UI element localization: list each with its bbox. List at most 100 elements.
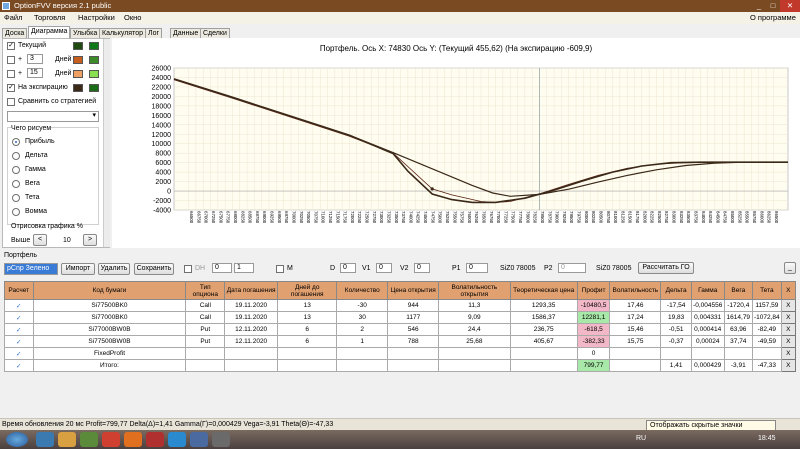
column-header[interactable]: Профит bbox=[576, 281, 611, 300]
tab-log[interactable]: Лог bbox=[145, 28, 163, 38]
radio-delta[interactable] bbox=[12, 152, 20, 160]
column-header[interactable]: Вега bbox=[723, 281, 754, 300]
calc-go-button[interactable]: Рассчитать ГО bbox=[638, 262, 694, 274]
minimize-button[interactable]: _ bbox=[752, 0, 766, 12]
delete-button[interactable]: Удалить bbox=[98, 263, 130, 275]
row-calc-checkbox[interactable]: ✓ bbox=[4, 311, 34, 324]
column-header[interactable]: Тип опциона bbox=[185, 281, 226, 300]
portfolio-more-button[interactable]: _ bbox=[784, 262, 796, 274]
tab-data[interactable]: Данные bbox=[170, 28, 202, 38]
radio-vomma[interactable] bbox=[12, 208, 20, 216]
current-color-swatch-2[interactable] bbox=[89, 42, 99, 50]
dh-checkbox[interactable] bbox=[184, 265, 192, 273]
table-row[interactable]: ✓ Si77500BW0B Put 12.11.2020 6 1 788 25,68 405,6… bbox=[4, 335, 797, 348]
tab-diagram[interactable]: Диаграмма bbox=[28, 26, 71, 38]
days2-input[interactable]: 15 bbox=[27, 68, 43, 78]
days2-color-swatch-2[interactable] bbox=[89, 70, 99, 78]
x-tick-label: 73250 bbox=[386, 211, 391, 224]
column-header[interactable]: Цена открытия bbox=[387, 281, 440, 300]
taskbar-firefox-icon[interactable] bbox=[124, 432, 142, 447]
expiration-checkbox[interactable]: ✓ bbox=[7, 84, 15, 92]
x-tick-label: 77750 bbox=[518, 211, 523, 224]
radio-vega[interactable] bbox=[12, 180, 20, 188]
column-header[interactable]: Гамма bbox=[690, 281, 725, 300]
maximize-button[interactable]: □ bbox=[766, 0, 780, 12]
days1-checkbox[interactable] bbox=[7, 56, 15, 64]
x-tick-label: 74500 bbox=[423, 211, 428, 224]
table-row[interactable]: ✓ FixedProfit 0 X bbox=[4, 347, 797, 360]
row-delete-button[interactable]: X bbox=[780, 359, 797, 372]
column-header[interactable]: Дата погашения bbox=[224, 281, 279, 300]
row-delete-button[interactable]: X bbox=[780, 311, 797, 324]
m-checkbox[interactable] bbox=[276, 265, 284, 273]
compare-checkbox[interactable] bbox=[7, 98, 15, 106]
taskbar-media-icon[interactable] bbox=[80, 432, 98, 447]
taskbar-word-icon[interactable] bbox=[190, 432, 208, 447]
row-gamma: 0,000414 bbox=[690, 323, 725, 336]
column-header[interactable]: Тета bbox=[752, 281, 782, 300]
expiration-color-swatch-1[interactable] bbox=[73, 84, 83, 92]
import-button[interactable]: Импорт bbox=[61, 263, 95, 275]
menu-window[interactable]: Окно bbox=[124, 12, 141, 24]
table-row[interactable]: ✓ Итого: 799,77 1,41 0,000429 -3,91 -47,33 X bbox=[4, 359, 797, 372]
row-delete-button[interactable]: X bbox=[780, 347, 797, 360]
tab-board[interactable]: Доска bbox=[2, 28, 28, 38]
row-calc-checkbox[interactable]: ✓ bbox=[4, 323, 34, 336]
left-panel-scrollbar[interactable] bbox=[103, 39, 110, 247]
column-header[interactable]: Дней до погашения bbox=[277, 281, 338, 300]
table-row[interactable]: ✓ Si77000BK0 Call 19.11.2020 13 30 1177 9,09 158… bbox=[4, 311, 797, 324]
tab-deals[interactable]: Сделки bbox=[200, 28, 230, 38]
menu-settings[interactable]: Настройки bbox=[78, 12, 115, 24]
menu-trading[interactable]: Торговля bbox=[34, 12, 65, 24]
row-calc-checkbox[interactable]: ✓ bbox=[4, 359, 34, 372]
menu-about[interactable]: О программе bbox=[750, 12, 796, 24]
taskbar-optionfvv-icon[interactable] bbox=[212, 432, 230, 447]
days1-color-swatch-2[interactable] bbox=[89, 56, 99, 64]
table-row[interactable]: ✓ Si77500BK0 Call 19.11.2020 13 -30 944 11,3 129… bbox=[4, 299, 797, 312]
row-delete-button[interactable]: X bbox=[780, 299, 797, 312]
row-calc-checkbox[interactable]: ✓ bbox=[4, 299, 34, 312]
radio-theta[interactable] bbox=[12, 194, 20, 202]
menu-file[interactable]: Файл bbox=[4, 12, 22, 24]
taskbar-app-icon[interactable] bbox=[168, 432, 186, 447]
radio-profit[interactable] bbox=[12, 138, 20, 146]
lang-indicator[interactable]: RU bbox=[636, 435, 646, 442]
column-header[interactable]: Теоретическая цена bbox=[509, 281, 578, 300]
tab-calculator[interactable]: Калькулятор bbox=[99, 28, 146, 38]
column-header[interactable]: Расчет bbox=[4, 281, 34, 300]
dh-input-b[interactable]: 1 bbox=[234, 263, 254, 273]
column-header[interactable]: Волатильность bbox=[609, 281, 662, 300]
table-row[interactable]: ✓ Si77000BW0B Put 12.11.2020 6 2 546 24,4 236,75… bbox=[4, 323, 797, 336]
dh-input-a[interactable]: 0 bbox=[212, 263, 232, 273]
taskbar-yandex-icon[interactable] bbox=[146, 432, 164, 447]
days2-checkbox[interactable] bbox=[7, 70, 15, 78]
column-header[interactable]: X bbox=[780, 281, 797, 300]
x-tick-label: 84750 bbox=[723, 211, 728, 224]
save-button[interactable]: Сохранить bbox=[134, 263, 174, 275]
above-next-button[interactable]: > bbox=[83, 234, 97, 246]
days1-color-swatch-1[interactable] bbox=[73, 56, 83, 64]
days2-color-swatch-1[interactable] bbox=[73, 70, 83, 78]
taskbar-explorer-icon[interactable] bbox=[58, 432, 76, 447]
column-header[interactable]: Волатильность открытия bbox=[438, 281, 511, 300]
row-calc-checkbox[interactable]: ✓ bbox=[4, 347, 34, 360]
taskbar-chrome-icon[interactable] bbox=[102, 432, 120, 447]
portfolio-combo[interactable]: pCnp Зелено bbox=[4, 263, 58, 275]
row-calc-checkbox[interactable]: ✓ bbox=[4, 335, 34, 348]
column-header[interactable]: Код бумаги bbox=[32, 281, 187, 300]
current-color-swatch-1[interactable] bbox=[73, 42, 83, 50]
strategy-select[interactable]: ▾ bbox=[7, 111, 99, 122]
close-button[interactable]: ✕ bbox=[780, 0, 800, 12]
current-checkbox[interactable]: ✓ bbox=[7, 42, 15, 50]
expiration-color-swatch-2[interactable] bbox=[89, 84, 99, 92]
row-delete-button[interactable]: X bbox=[780, 335, 797, 348]
start-button-icon[interactable] bbox=[6, 432, 28, 447]
taskbar-ie-icon[interactable] bbox=[36, 432, 54, 447]
column-header[interactable]: Дельта bbox=[660, 281, 692, 300]
tab-smile[interactable]: Улыбка bbox=[70, 28, 101, 38]
row-delete-button[interactable]: X bbox=[780, 323, 797, 336]
radio-gamma[interactable] bbox=[12, 166, 20, 174]
above-prev-button[interactable]: < bbox=[33, 234, 47, 246]
column-header[interactable]: Количество bbox=[336, 281, 389, 300]
days1-input[interactable]: 3 bbox=[27, 54, 43, 64]
